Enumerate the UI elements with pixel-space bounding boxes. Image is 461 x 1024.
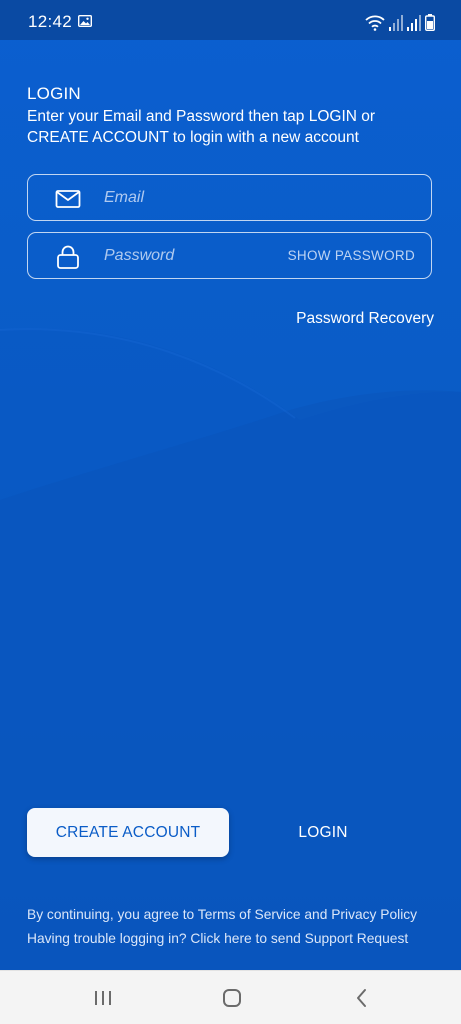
email-input[interactable] xyxy=(104,175,304,220)
email-field[interactable] xyxy=(27,174,432,221)
wifi-icon xyxy=(365,15,385,31)
create-account-button[interactable]: CREATE ACCOUNT xyxy=(27,808,229,857)
gallery-icon xyxy=(78,15,92,27)
login-screen: 12:42 LOGIN Enter your Email and Passwor… xyxy=(0,0,461,1024)
signal-icon xyxy=(407,15,421,31)
battery-icon xyxy=(425,14,435,31)
terms-notice[interactable]: By continuing, you agree to Terms of Ser… xyxy=(27,906,417,924)
support-request-link[interactable]: Having trouble logging in? Click here to… xyxy=(27,930,408,948)
login-instructions: Enter your Email and Password then tap L… xyxy=(27,108,376,146)
lock-icon xyxy=(57,245,79,269)
navigation-bar xyxy=(0,970,461,1024)
password-recovery-link[interactable]: Password Recovery xyxy=(296,310,434,328)
signal-icon xyxy=(389,15,403,31)
show-password-toggle[interactable]: SHOW PASSWORD xyxy=(288,233,415,278)
background-waves xyxy=(0,328,461,1024)
envelope-icon xyxy=(55,190,81,208)
home-icon[interactable] xyxy=(218,984,246,1012)
status-time: 12:42 xyxy=(28,12,73,31)
login-button[interactable]: LOGIN xyxy=(262,808,384,857)
status-icons xyxy=(365,13,435,31)
status-bar: 12:42 xyxy=(0,0,461,40)
back-icon[interactable] xyxy=(348,984,376,1012)
password-input[interactable] xyxy=(104,233,304,278)
recent-apps-icon[interactable] xyxy=(89,984,117,1012)
page-title: LOGIN xyxy=(27,84,81,103)
password-field[interactable]: SHOW PASSWORD xyxy=(27,232,432,279)
